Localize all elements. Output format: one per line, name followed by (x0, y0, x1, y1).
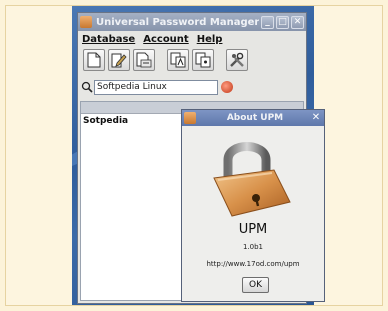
search-input[interactable] (94, 79, 218, 95)
about-dialog: About UPM ✕ UPM 1.0b1 http://www.17od.co… (181, 109, 325, 302)
menu-help[interactable]: Help (197, 34, 223, 45)
minimize-button[interactable]: _ (261, 15, 274, 29)
copy-password-icon (195, 52, 211, 68)
open-database-icon (136, 52, 152, 68)
app-icon (184, 112, 196, 124)
clear-search-icon[interactable] (221, 81, 233, 93)
about-url[interactable]: http://www.17od.com/upm (182, 260, 324, 268)
main-window-title: Universal Password Manager - /root/ (96, 16, 259, 28)
about-dialog-titlebar[interactable]: About UPM ✕ (182, 110, 324, 126)
toolbar (78, 47, 306, 73)
app-icon (80, 16, 92, 28)
about-app-name: UPM (238, 222, 268, 237)
copy-username-icon (170, 52, 186, 68)
edit-account-button[interactable] (108, 49, 130, 71)
main-window-titlebar[interactable]: Universal Password Manager - /root/ _ □ … (78, 13, 306, 31)
about-close-button[interactable]: ✕ (310, 112, 322, 124)
close-button[interactable]: ✕ (291, 15, 304, 29)
ok-button[interactable]: OK (242, 277, 269, 293)
search-row (78, 77, 306, 97)
menubar: Database Account Help (78, 31, 306, 47)
search-icon (81, 81, 93, 93)
new-database-icon (87, 52, 101, 68)
open-database-button[interactable] (133, 49, 155, 71)
edit-account-icon (111, 53, 127, 68)
copy-password-button[interactable] (192, 49, 214, 71)
options-button[interactable] (226, 49, 248, 71)
menu-database[interactable]: Database (82, 34, 135, 45)
menu-account[interactable]: Account (143, 34, 188, 45)
new-database-button[interactable] (83, 49, 105, 71)
copy-username-button[interactable] (167, 49, 189, 71)
about-dialog-title: About UPM (226, 113, 284, 123)
options-icon (230, 52, 244, 67)
about-version: 1.0b1 (242, 243, 264, 251)
padlock-icon (213, 142, 291, 217)
maximize-button[interactable]: □ (276, 15, 289, 29)
